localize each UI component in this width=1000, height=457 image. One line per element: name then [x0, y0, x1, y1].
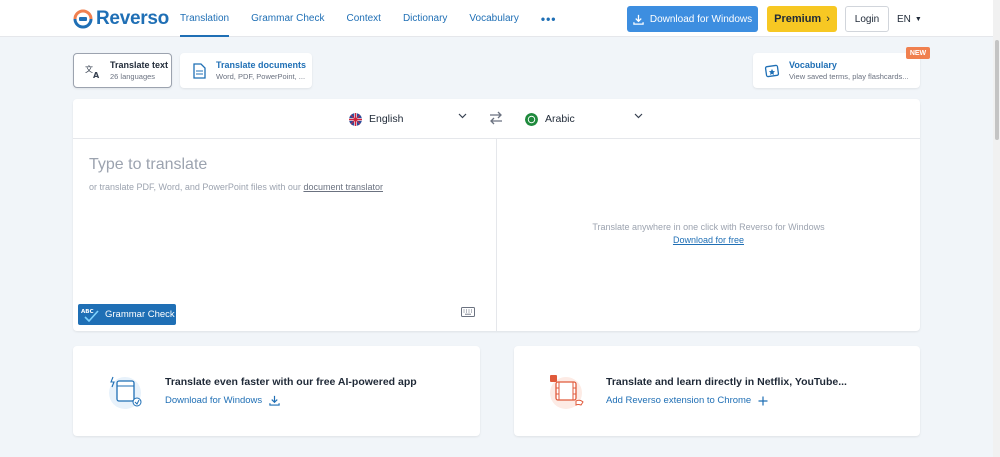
target-language-select[interactable]: Arabic	[525, 99, 643, 139]
nav-vocabulary[interactable]: Vocabulary	[469, 0, 518, 37]
document-translator-link[interactable]: document translator	[303, 182, 383, 192]
nav-translation[interactable]: Translation	[180, 0, 230, 37]
translate-icon: 文 A	[84, 62, 102, 80]
login-button[interactable]: Login	[845, 6, 889, 32]
target-promo-message: Translate anywhere in one click with Rev…	[592, 222, 825, 232]
translator-panel: English Arabic Type to translate or tran…	[73, 99, 920, 331]
promo-right-link-label: Add Reverso extension to Chrome	[606, 395, 752, 406]
scrollbar-thumb[interactable]	[995, 40, 999, 140]
download-windows-button[interactable]: Download for Windows	[627, 6, 758, 32]
caret-down-icon: ▼	[914, 15, 922, 23]
mode-vocab-title: Vocabulary	[789, 60, 837, 70]
mode-text-subtitle: 26 languages	[110, 72, 156, 81]
download-free-link[interactable]: Download for free	[497, 235, 920, 245]
reverso-logo[interactable]: Reverso	[73, 8, 169, 30]
chevron-right-icon: ›	[826, 13, 830, 25]
swap-languages-icon[interactable]	[488, 110, 504, 126]
mode-translate-text[interactable]: 文 A Translate text 26 languages	[73, 53, 172, 88]
svg-text:A: A	[93, 71, 100, 79]
mode-text-title: Translate text	[110, 60, 169, 70]
download-icon	[633, 14, 644, 25]
document-icon	[190, 62, 208, 80]
promo-left-link-label: Download for Windows	[165, 395, 263, 406]
mode-docs-title: Translate documents	[216, 60, 307, 70]
download-windows-label: Download for Windows	[649, 13, 753, 25]
premium-button[interactable]: Premium ›	[767, 6, 837, 32]
keyboard-icon[interactable]	[461, 307, 475, 317]
premium-label: Premium	[774, 13, 822, 25]
mode-translate-documents[interactable]: Translate documents Word, PDF, PowerPoin…	[180, 53, 312, 88]
windows-app-illustration-icon	[109, 376, 142, 409]
nav-grammar-check[interactable]: Grammar Check	[251, 0, 324, 37]
svg-text:文: 文	[85, 64, 93, 74]
more-menu-icon[interactable]: •••	[541, 0, 557, 37]
video-extension-illustration-icon	[550, 375, 584, 409]
top-header: Reverso Translation Grammar Check Contex…	[0, 0, 1000, 37]
download-icon	[269, 395, 280, 406]
document-hint: or translate PDF, Word, and PowerPoint f…	[89, 182, 383, 192]
uk-flag-icon	[349, 112, 362, 126]
nav-dictionary[interactable]: Dictionary	[403, 0, 447, 37]
grammar-check-button[interactable]: ABC Grammar Check	[78, 304, 176, 325]
promo-left-title: Translate even faster with our free AI-p…	[165, 376, 417, 388]
source-language-select[interactable]: English	[349, 99, 467, 139]
main-nav: Translation Grammar Check Context Dictio…	[180, 0, 557, 37]
mode-vocab-subtitle: View saved terms, play flashcards...	[789, 72, 909, 81]
target-text-area: Translate anywhere in one click with Rev…	[497, 139, 920, 331]
language-bar: English Arabic	[73, 99, 920, 139]
plus-icon	[758, 396, 768, 405]
abc-check-icon: ABC	[81, 309, 99, 322]
arabic-flag-icon	[525, 112, 538, 126]
source-placeholder: Type to translate	[89, 156, 208, 173]
ui-language-label: EN	[897, 13, 911, 25]
promo-right-title: Translate and learn directly in Netflix,…	[606, 376, 847, 388]
chevron-down-icon	[634, 113, 643, 119]
promo-add-extension-link[interactable]: Add Reverso extension to Chrome	[606, 395, 768, 406]
ui-language-select[interactable]: EN ▼	[897, 6, 922, 32]
mode-vocabulary[interactable]: Vocabulary View saved terms, play flashc…	[753, 53, 920, 88]
svg-text:ABC: ABC	[81, 309, 94, 315]
flashcards-icon	[763, 62, 781, 80]
chevron-down-icon	[458, 113, 467, 119]
grammar-check-label: Grammar Check	[105, 309, 175, 320]
new-badge: NEW	[906, 47, 930, 59]
target-language-label: Arabic	[545, 113, 575, 125]
reverso-logo-icon	[73, 9, 93, 29]
logo-text: Reverso	[96, 8, 169, 29]
nav-context[interactable]: Context	[346, 0, 380, 37]
promo-windows-app: Translate even faster with our free AI-p…	[73, 346, 480, 436]
hint-text: or translate PDF, Word, and PowerPoint f…	[89, 182, 304, 192]
mode-docs-subtitle: Word, PDF, PowerPoint, ...	[216, 72, 306, 81]
source-text-area[interactable]: Type to translate or translate PDF, Word…	[73, 139, 496, 331]
promo-chrome-extension: Translate and learn directly in Netflix,…	[514, 346, 920, 436]
source-language-label: English	[369, 113, 404, 125]
promo-download-windows-link[interactable]: Download for Windows	[165, 395, 280, 406]
